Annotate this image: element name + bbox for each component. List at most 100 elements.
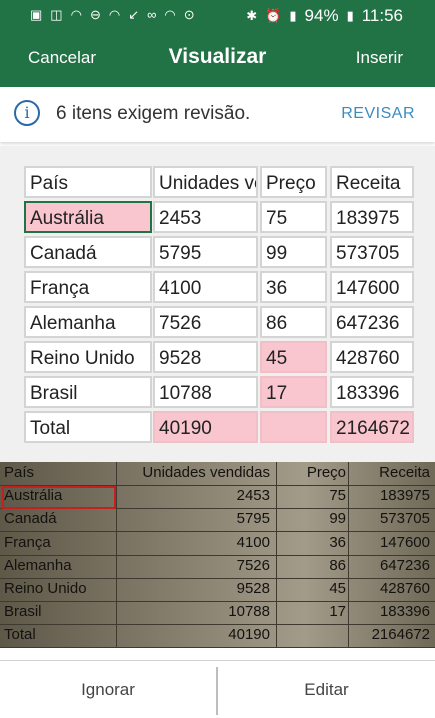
table-cell[interactable] — [260, 411, 327, 443]
review-button[interactable]: REVISAR — [341, 105, 415, 123]
photo-cell: França — [4, 533, 51, 551]
wifi-icon: ◠ — [70, 7, 82, 22]
table-cell[interactable]: 147600 — [330, 271, 414, 303]
photo-cell: 2453 — [236, 487, 270, 505]
table-cell[interactable]: 183975 — [330, 201, 414, 233]
edit-button[interactable]: Editar — [218, 661, 435, 718]
photo-cell: Preço — [306, 464, 346, 481]
photo-cell: 647236 — [379, 556, 430, 574]
table-cell[interactable]: Reino Unido — [24, 341, 152, 373]
table-cell[interactable]: 5795 — [153, 236, 258, 268]
table-cell[interactable]: 86 — [260, 306, 327, 338]
photo-cell: 573705 — [379, 510, 430, 528]
table-cell[interactable]: 75 — [260, 201, 327, 233]
review-message: 6 itens exigem revisão. — [56, 103, 251, 124]
photo-cell: 183975 — [379, 487, 430, 505]
dnd-icon: ⊖ — [89, 7, 101, 22]
photo-cell: País — [4, 464, 35, 481]
table-cell[interactable]: Canadá — [24, 236, 152, 268]
header-cell[interactable]: Preço — [260, 166, 327, 198]
table-cell[interactable]: Total — [24, 411, 152, 443]
photo-cell: 36 — [329, 533, 346, 551]
selection-highlight-box — [2, 486, 116, 509]
source-photo: País Unidades vendidas Preço Receita Austrál… — [0, 462, 435, 648]
photo-cell: 99 — [329, 510, 346, 528]
table-cell[interactable]: França — [24, 271, 152, 303]
table-cell[interactable]: 99 — [260, 236, 327, 268]
lte-signal-icon: ▮ — [289, 8, 297, 23]
wifi-icon: ◠ — [164, 7, 176, 22]
photo-cell: Total — [4, 626, 36, 644]
photo-cell: 428760 — [379, 580, 430, 597]
notification-icons: ▣ ◫ ◠ ⊖ ◠ ↙ ∞ ◠ ⊙ — [30, 7, 195, 23]
table-cell[interactable]: 40190 — [153, 411, 258, 443]
outlook-icon: ◫ — [50, 7, 63, 22]
table-cell[interactable]: 36 — [260, 271, 327, 303]
photo-cell: 7526 — [236, 556, 270, 574]
status-right: ✱ ⏰ ▮ 94% ▮ 11:56 — [246, 6, 403, 26]
header-cell[interactable]: Unidades vendidas — [153, 166, 258, 198]
photo-row: Canadá 5795 99 573705 — [0, 508, 435, 533]
photo-cell: 9528 — [236, 580, 270, 597]
insert-button[interactable]: Inserir — [356, 48, 403, 68]
app-bar: Cancelar Visualizar Inserir — [0, 32, 435, 87]
photo-cell: 75 — [329, 487, 346, 505]
table-cell[interactable]: 573705 — [330, 236, 414, 268]
voicemail-icon: ∞ — [147, 7, 157, 22]
table-cell[interactable]: 647236 — [330, 306, 414, 338]
table-cell[interactable]: 4100 — [153, 271, 258, 303]
photo-cell: 17 — [329, 603, 346, 621]
photo-row: País Unidades vendidas Preço Receita — [0, 462, 435, 486]
header-cell[interactable]: País — [24, 166, 152, 198]
photo-row: Total 40190 2164672 — [0, 624, 435, 648]
bluetooth-icon: ✱ — [246, 8, 258, 23]
battery-icon: ▮ — [346, 8, 354, 23]
table-cell[interactable]: 2453 — [153, 201, 258, 233]
photo-cell: 10788 — [228, 603, 270, 621]
review-notice: i 6 itens exigem revisão. REVISAR — [0, 87, 435, 142]
data-preview-grid: PaísUnidades vendidasPreçoReceita Austrál… — [0, 146, 435, 462]
photo-row: Alemanha 7526 86 647236 — [0, 555, 435, 579]
table-cell[interactable]: Austrália — [24, 201, 152, 233]
wifi-icon: ◠ — [108, 7, 121, 22]
table-cell[interactable]: 10788 — [153, 376, 258, 408]
ignore-button[interactable]: Ignorar — [0, 661, 216, 718]
missed-call-icon: ↙ — [128, 7, 140, 22]
table-cell[interactable]: Brasil — [24, 376, 152, 408]
photo-cell: 147600 — [379, 533, 430, 551]
bottom-action-bar: Ignorar Editar — [0, 660, 435, 718]
photo-row: Reino Unido 9528 45 428760 — [0, 578, 435, 602]
photo-cell: 45 — [329, 580, 346, 597]
photo-cell: 40190 — [228, 626, 270, 644]
table-cell[interactable]: 45 — [260, 341, 327, 373]
table-cell[interactable]: 9528 — [153, 341, 258, 373]
location-icon: ⊙ — [183, 7, 195, 22]
table-cell[interactable]: Alemanha — [24, 306, 152, 338]
table-cell[interactable]: 2164672 — [330, 411, 414, 443]
photo-cell: Alemanha — [4, 556, 72, 574]
photo-cell: 183396 — [379, 603, 430, 621]
info-icon: i — [14, 100, 40, 126]
header-cell[interactable]: Receita — [330, 166, 414, 198]
photo-row: Brasil 10788 17 183396 — [0, 601, 435, 626]
photo-cell: Reino Unido — [4, 580, 87, 597]
photo-cell: 2164672 — [371, 626, 430, 644]
sim-icon: ▣ — [30, 7, 43, 22]
battery-percentage: 94% — [304, 6, 339, 25]
photo-row: França 4100 36 147600 — [0, 532, 435, 556]
table-cell[interactable]: 17 — [260, 376, 327, 408]
photo-cell: 4100 — [236, 533, 270, 551]
table-cell[interactable]: 183396 — [330, 376, 414, 408]
photo-cell: Receita — [379, 464, 430, 481]
photo-cell: 5795 — [236, 510, 270, 528]
cancel-button[interactable]: Cancelar — [28, 48, 96, 68]
clock: 11:56 — [361, 6, 403, 25]
photo-cell: Brasil — [4, 603, 42, 621]
photo-cell: 86 — [329, 556, 346, 574]
photo-cell: Unidades vendidas — [142, 464, 270, 481]
photo-cell: Canadá — [4, 510, 57, 528]
alarm-icon: ⏰ — [265, 8, 282, 23]
status-bar: ▣ ◫ ◠ ⊖ ◠ ↙ ∞ ◠ ⊙ ✱ ⏰ ▮ 94% ▮ 11:56 — [0, 0, 435, 32]
table-cell[interactable]: 428760 — [330, 341, 414, 373]
table-cell[interactable]: 7526 — [153, 306, 258, 338]
